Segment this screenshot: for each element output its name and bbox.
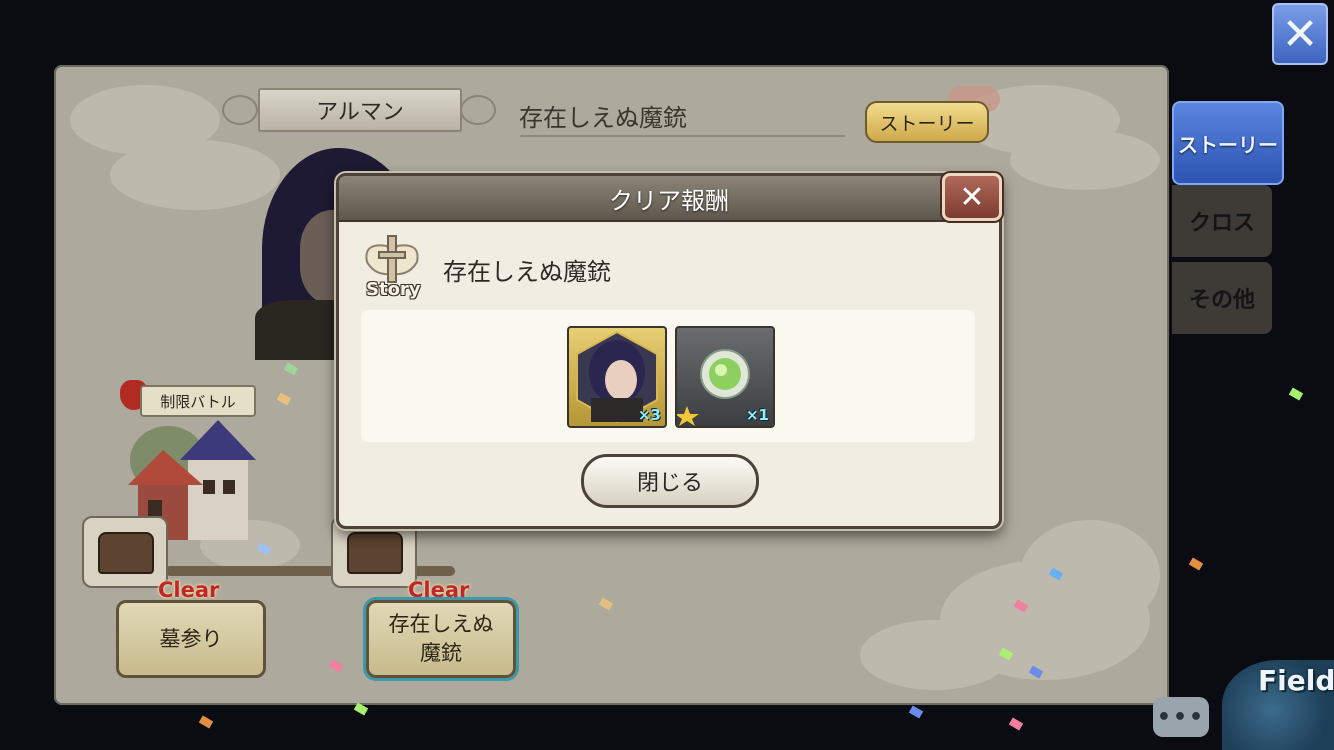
tab-story[interactable]: ストーリー: [1172, 101, 1284, 185]
tab-label: ストーリー: [1178, 132, 1278, 157]
plate-ornament-left: [222, 95, 258, 125]
tab-other[interactable]: その他: [1172, 262, 1272, 334]
title-underline: [520, 135, 845, 137]
character-name: アルマン: [316, 100, 404, 125]
clear-reward-dialog: クリア報酬 Story 存在しえぬ魔銃 ×3 ×1 閉じる: [336, 173, 1002, 529]
clear-label: Clear: [158, 578, 220, 602]
dialog-header: クリア報酬: [339, 176, 999, 222]
chat-icon: •••: [1156, 704, 1206, 730]
character-name-plate: アルマン: [258, 88, 462, 132]
reward-item-character[interactable]: ×3: [567, 326, 667, 428]
chat-button[interactable]: •••: [1153, 697, 1209, 737]
reward-quantity: ×1: [745, 406, 769, 424]
chest-icon: [347, 532, 403, 574]
close-screen-button[interactable]: ✕: [1272, 3, 1328, 65]
limit-battle-badge: 制限バトル: [140, 385, 256, 417]
tab-label: クロス: [1188, 211, 1255, 236]
treasure-chest-1[interactable]: [82, 516, 168, 588]
episode-title: 存在しえぬ魔銃: [519, 104, 687, 132]
story-button[interactable]: ストーリー: [865, 101, 989, 143]
limit-battle-label: 制限バトル: [160, 392, 236, 411]
stage-button-2[interactable]: 存在しえぬ 魔銃: [366, 600, 516, 678]
reward-item-orb[interactable]: ×1: [675, 326, 775, 428]
chest-icon: [98, 532, 154, 574]
close-button-label: 閉じる: [636, 471, 703, 496]
field-label: Field: [1258, 664, 1334, 697]
clear-label: Clear: [408, 578, 470, 602]
dialog-title: クリア報酬: [609, 186, 729, 215]
plate-ornament-right: [460, 95, 496, 125]
stage-label: 存在しえぬ 魔銃: [388, 612, 494, 665]
close-icon: ✕: [1281, 8, 1319, 60]
tab-label: その他: [1188, 288, 1255, 313]
close-icon: ✕: [959, 179, 985, 215]
story-emblem-label: Story: [366, 279, 421, 300]
stage-button-1[interactable]: 墓参り: [116, 600, 266, 678]
reward-stage-title: 存在しえぬ魔銃: [443, 258, 611, 286]
reward-quantity: ×3: [637, 406, 661, 424]
dialog-close-x-button[interactable]: ✕: [942, 173, 1002, 221]
story-button-label: ストーリー: [879, 112, 975, 135]
reward-list: [361, 310, 975, 442]
stage-label: 墓参り: [159, 626, 223, 651]
dialog-close-button[interactable]: 閉じる: [581, 454, 759, 508]
tab-cross[interactable]: クロス: [1172, 185, 1272, 257]
